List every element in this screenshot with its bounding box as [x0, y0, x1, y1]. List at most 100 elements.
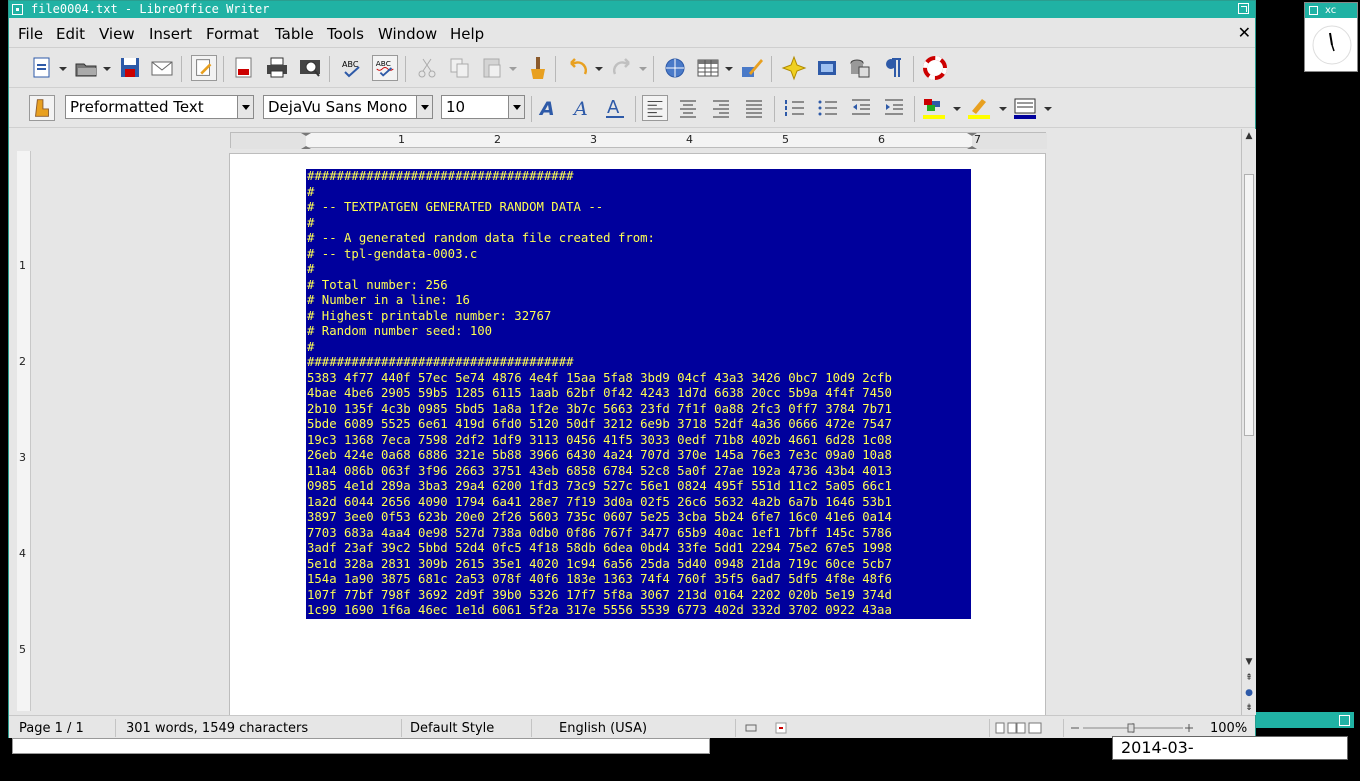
- chevron-down-icon[interactable]: [237, 96, 253, 118]
- zoom-level[interactable]: 100%: [1210, 721, 1247, 736]
- document-line[interactable]: ####################################: [307, 355, 892, 371]
- window-menu-icon[interactable]: [1309, 6, 1318, 15]
- taskbar-entry[interactable]: [12, 738, 710, 754]
- document-line[interactable]: # Highest printable number: 32767: [307, 309, 892, 325]
- open-icon[interactable]: [73, 55, 99, 81]
- chevron-down-icon[interactable]: [508, 96, 524, 118]
- vertical-scrollbar[interactable]: ▲ ▼ ⇞ ● ⇟: [1241, 129, 1256, 715]
- bullets-icon[interactable]: [815, 95, 841, 121]
- redo-icon[interactable]: [609, 55, 635, 81]
- menu-help[interactable]: Help: [450, 25, 484, 43]
- menu-tools[interactable]: Tools: [327, 25, 364, 43]
- menu-table[interactable]: Table: [275, 25, 314, 43]
- navigator-icon[interactable]: [781, 55, 807, 81]
- styles-formatting-icon[interactable]: [29, 95, 55, 121]
- document-line[interactable]: 0985 4e1d 289a 3ba3 29a4 6200 1fd3 73c9 …: [307, 479, 892, 495]
- copy-icon[interactable]: [447, 55, 473, 81]
- view-layout-icon[interactable]: [995, 722, 1043, 734]
- title-bar[interactable]: file0004.txt - LibreOffice Writer: [9, 1, 1255, 18]
- document-line[interactable]: #: [307, 262, 892, 278]
- spellcheck-icon[interactable]: ABC: [339, 55, 365, 81]
- align-center-icon[interactable]: [675, 95, 701, 121]
- document-line[interactable]: 4bae 4be6 2905 59b5 1285 6115 1aab 62bf …: [307, 386, 892, 402]
- zoom-slider[interactable]: [1069, 720, 1197, 736]
- menu-file[interactable]: File: [18, 25, 43, 43]
- document-line[interactable]: 1c99 1690 1f6a 46ec 1e1d 6061 5f2a 317e …: [307, 603, 892, 619]
- document-line[interactable]: # Total number: 256: [307, 278, 892, 294]
- document-line[interactable]: 19c3 1368 7eca 7598 2df2 1df9 3113 0456 …: [307, 433, 892, 449]
- scrollbar-thumb[interactable]: [1244, 174, 1254, 436]
- data-sources-icon[interactable]: [847, 55, 873, 81]
- font-size-select[interactable]: 10: [441, 95, 525, 119]
- vertical-ruler[interactable]: 1 2 3 4 5: [17, 151, 31, 711]
- underline-icon[interactable]: A: [602, 95, 628, 121]
- document-line[interactable]: 2b10 135f 4c3b 0985 5bd5 1a8a 1f2e 3b7c …: [307, 402, 892, 418]
- redo-dropdown-icon[interactable]: [639, 66, 647, 72]
- menu-edit[interactable]: Edit: [56, 25, 85, 43]
- navigation-icon[interactable]: ●: [1242, 686, 1256, 700]
- document-line[interactable]: # Random number seed: 100: [307, 324, 892, 340]
- document-modified-icon[interactable]: [775, 722, 787, 734]
- italic-icon[interactable]: A: [569, 95, 595, 121]
- bold-icon[interactable]: A: [536, 95, 562, 121]
- numbering-icon[interactable]: [782, 95, 808, 121]
- print-icon[interactable]: [264, 55, 290, 81]
- document-line[interactable]: ####################################: [307, 169, 892, 185]
- xclock-window[interactable]: xc: [1304, 2, 1358, 72]
- paste-icon[interactable]: [479, 55, 505, 81]
- clone-formatting-icon[interactable]: [524, 55, 550, 81]
- align-right-icon[interactable]: [708, 95, 734, 121]
- horizontal-ruler[interactable]: 1 2 3 4 5 6 7: [230, 132, 1047, 149]
- document-line[interactable]: # -- A generated random data file create…: [307, 231, 892, 247]
- document-line[interactable]: 154a 1a90 3875 681c 2a53 078f 40f6 183e …: [307, 572, 892, 588]
- font-color-icon[interactable]: [921, 95, 947, 121]
- document-line[interactable]: 5bde 6089 5525 6e61 419d 6fd0 5120 50df …: [307, 417, 892, 433]
- email-icon[interactable]: [149, 55, 175, 81]
- window-menu-icon[interactable]: [12, 4, 23, 15]
- menu-insert[interactable]: Insert: [149, 25, 192, 43]
- document-line[interactable]: 3adf 23af 39c2 5bbd 52d4 0fc5 4f18 58db …: [307, 541, 892, 557]
- print-preview-icon[interactable]: [297, 55, 323, 81]
- document-line[interactable]: #: [307, 340, 892, 356]
- document-line[interactable]: #: [307, 185, 892, 201]
- increase-indent-icon[interactable]: [881, 95, 907, 121]
- show-draw-functions-icon[interactable]: [739, 55, 765, 81]
- paste-dropdown-icon[interactable]: [509, 66, 517, 72]
- menu-window[interactable]: Window: [378, 25, 437, 43]
- paragraph-style-select[interactable]: Preformatted Text: [65, 95, 254, 119]
- document-line[interactable]: 3897 3ee0 0f53 623b 20e0 2f26 5603 735c …: [307, 510, 892, 526]
- gallery-icon[interactable]: [814, 55, 840, 81]
- insert-mode-icon[interactable]: [745, 722, 757, 734]
- background-color-icon[interactable]: [1012, 95, 1038, 121]
- page-count[interactable]: Page 1 / 1: [19, 721, 84, 736]
- document-line[interactable]: 11a4 086b 063f 3f96 2663 3751 43eb 6858 …: [307, 464, 892, 480]
- help-icon[interactable]: [922, 55, 948, 81]
- language[interactable]: English (USA): [559, 721, 647, 736]
- save-icon[interactable]: [117, 55, 143, 81]
- document-line[interactable]: # -- TEXTPATGEN GENERATED RANDOM DATA --: [307, 200, 892, 216]
- highlighting-icon[interactable]: [966, 95, 992, 121]
- table-dropdown-icon[interactable]: [725, 66, 733, 72]
- hyperlink-icon[interactable]: [662, 55, 688, 81]
- xclock-titlebar[interactable]: xc: [1305, 3, 1357, 18]
- page-style[interactable]: Default Style: [410, 721, 494, 736]
- document-line[interactable]: 7703 683a 4aa4 0e98 527d 738a 0db0 0f86 …: [307, 526, 892, 542]
- document-line[interactable]: 5e1d 328a 2831 309b 2615 35e1 4020 1c94 …: [307, 557, 892, 573]
- new-dropdown-icon[interactable]: [59, 66, 67, 72]
- open-dropdown-icon[interactable]: [103, 66, 111, 72]
- background-color-dropdown-icon[interactable]: [1044, 106, 1052, 112]
- undo-dropdown-icon[interactable]: [595, 66, 603, 72]
- document-line[interactable]: #: [307, 216, 892, 232]
- highlighting-dropdown-icon[interactable]: [999, 106, 1007, 112]
- align-left-icon[interactable]: [642, 95, 668, 121]
- undo-icon[interactable]: [565, 55, 591, 81]
- document-line[interactable]: # Number in a line: 16: [307, 293, 892, 309]
- scroll-down-icon[interactable]: ▼: [1242, 655, 1256, 669]
- font-name-select[interactable]: DejaVu Sans Mono: [263, 95, 433, 119]
- export-pdf-icon[interactable]: [231, 55, 257, 81]
- edit-mode-icon[interactable]: [191, 55, 217, 81]
- maximize-icon[interactable]: [1238, 3, 1249, 14]
- document-line[interactable]: 1a2d 6044 2656 4090 1794 6a41 28e7 7f19 …: [307, 495, 892, 511]
- cut-icon[interactable]: [414, 55, 440, 81]
- document-line[interactable]: 5383 4f77 440f 57ec 5e74 4876 4e4f 15aa …: [307, 371, 892, 387]
